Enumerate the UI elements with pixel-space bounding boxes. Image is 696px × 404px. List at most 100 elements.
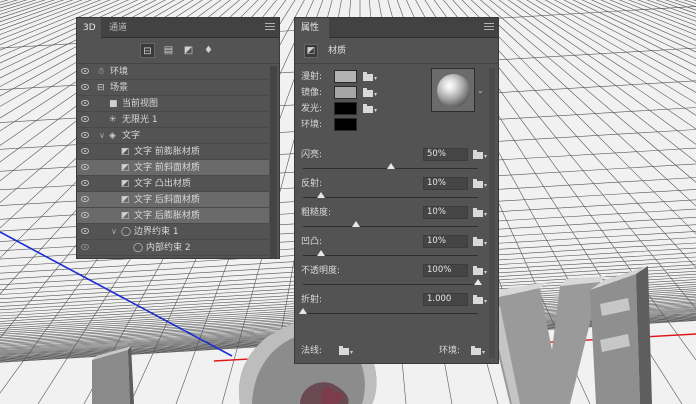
visibility-eye-icon[interactable] — [81, 148, 89, 154]
visibility-eye-icon[interactable] — [81, 68, 89, 74]
folder-icon[interactable]: ▾ — [473, 237, 487, 247]
infinite-light-icon: ✳ — [109, 115, 117, 125]
environment-icon: ☃ — [97, 67, 106, 77]
material-icon: ◩ — [121, 211, 130, 221]
material-param-row: 折射: 1.000 ▾ — [299, 293, 489, 321]
ambient-swatch[interactable] — [334, 118, 357, 131]
tab-channels[interactable]: 通道 — [103, 18, 133, 38]
3d-filter-toolbar: ⊟ ▤ ◩ ♦ — [77, 38, 279, 64]
tree-row-label: 文字 — [122, 131, 141, 141]
tree-row-label: 场景 — [110, 83, 129, 93]
param-label: 凹凸: — [301, 237, 323, 247]
ambient-row: 环境: — [301, 118, 421, 132]
tree-row-label: 内部约束 2 — [146, 243, 191, 253]
tree-row[interactable]: ☃ 环境 — [77, 64, 269, 80]
material-param-row: 不透明度: 100% ▾ — [301, 264, 489, 292]
param-slider-track[interactable] — [303, 197, 478, 198]
tree-row[interactable]: ✳ 无限光 1 — [77, 112, 269, 128]
specular-swatch[interactable] — [334, 86, 357, 99]
param-label: 粗糙度: — [301, 208, 332, 218]
specular-row: 镜像: ▾ — [301, 86, 421, 100]
tree-row[interactable]: ∨ ◈ 文字 — [77, 128, 269, 144]
param-slider-track[interactable] — [303, 226, 478, 227]
panel-menu-icon[interactable] — [484, 23, 494, 32]
material-param-row: 粗糙度: 10% ▾ — [301, 206, 489, 234]
illumination-label: 发光: — [301, 104, 323, 114]
folder-icon[interactable]: ▾ — [473, 179, 487, 189]
folder-icon[interactable]: ▾ — [363, 72, 377, 82]
mesh-filter-icon[interactable]: ▤ — [161, 43, 176, 58]
param-slider-handle[interactable] — [474, 279, 482, 285]
param-slider-handle[interactable] — [386, 163, 395, 169]
expand-caret-icon[interactable]: ∨ — [111, 225, 117, 239]
material-icon: ◩ — [121, 147, 130, 157]
ambient-label: 环境: — [301, 120, 323, 130]
material-filter-icon[interactable]: ◩ — [181, 43, 196, 58]
3d-panel: 3D 通道 ⊟ ▤ ◩ ♦ ☃ 环境 ⊟ 场景 ■ 当前视图 ✳ 无限光 1 ∨ ◈ 文字 ◩ 文字 前… — [76, 17, 280, 259]
material-param-row: 凹凸: 10% ▾ — [301, 235, 489, 263]
param-slider-handle[interactable] — [316, 192, 325, 198]
illumination-swatch[interactable] — [334, 102, 357, 115]
tree-scrollbar[interactable] — [270, 66, 277, 258]
tab-properties[interactable]: 属性 — [295, 18, 329, 38]
tree-row[interactable]: ∨ ◯ 边界约束 1 — [77, 224, 269, 240]
visibility-eye-icon[interactable] — [81, 164, 89, 170]
tree-row-label: 文字 凸出材质 — [134, 179, 191, 189]
diffuse-swatch[interactable] — [334, 70, 357, 83]
panel-menu-icon[interactable] — [265, 23, 275, 32]
folder-icon[interactable]: ▾ — [363, 104, 377, 114]
normal-folder-icon[interactable]: ▾ — [339, 346, 353, 356]
visibility-eye-icon[interactable] — [81, 196, 89, 202]
properties-tabbar: 属性 — [295, 18, 498, 38]
param-slider-track[interactable] — [303, 284, 478, 285]
visibility-eye-icon[interactable] — [81, 100, 89, 106]
param-slider-track[interactable] — [303, 313, 478, 314]
material-icon[interactable]: ◩ — [304, 44, 318, 58]
param-value-field[interactable]: 50% — [423, 148, 468, 161]
tab-3d[interactable]: 3D — [77, 18, 101, 38]
expand-caret-icon[interactable]: ∨ — [99, 129, 105, 143]
tree-row[interactable]: ◩ 文字 凸出材质 — [77, 176, 269, 192]
visibility-eye-icon[interactable] — [81, 212, 89, 218]
param-value-field[interactable]: 100% — [423, 264, 468, 277]
folder-icon[interactable]: ▾ — [363, 88, 377, 98]
chevron-down-icon[interactable]: ⌄ — [477, 86, 484, 95]
param-slider-track[interactable] — [303, 255, 478, 256]
param-value-field[interactable]: 10% — [423, 235, 468, 248]
param-value-field[interactable]: 10% — [423, 177, 468, 190]
material-preview[interactable] — [431, 68, 475, 112]
tree-row-label: 当前视图 — [122, 99, 159, 109]
param-value-field[interactable]: 10% — [423, 206, 468, 219]
folder-icon[interactable]: ▾ — [473, 295, 487, 305]
tree-row-label: 边界约束 1 — [134, 227, 179, 237]
visibility-eye-icon[interactable] — [81, 244, 89, 250]
diffuse-row: 漫射: ▾ — [301, 70, 421, 84]
folder-icon[interactable]: ▾ — [473, 266, 487, 276]
tree-row[interactable]: ◯ 内部约束 2 — [77, 240, 269, 256]
light-filter-icon[interactable]: ♦ — [201, 43, 216, 58]
folder-icon[interactable]: ▾ — [473, 208, 487, 218]
scene-filter-icon[interactable]: ⊟ — [140, 43, 155, 58]
environment-folder-icon[interactable]: ▾ — [471, 346, 485, 356]
visibility-eye-icon[interactable] — [81, 116, 89, 122]
scene-icon: ⊟ — [97, 83, 105, 93]
tree-row[interactable]: ◩ 文字 后膨胀材质 — [77, 208, 269, 224]
constraint-icon: ◯ — [121, 227, 132, 237]
properties-scrollbar[interactable] — [489, 68, 495, 358]
tree-row[interactable]: ⊟ 场景 — [77, 80, 269, 96]
tree-row[interactable]: ■ 当前视图 — [77, 96, 269, 112]
param-slider-handle[interactable] — [299, 308, 307, 314]
tree-row[interactable]: ◩ 文字 后斜面材质 — [77, 192, 269, 208]
visibility-eye-icon[interactable] — [81, 132, 89, 138]
param-slider-handle[interactable] — [351, 221, 360, 227]
param-value-field[interactable]: 1.000 — [423, 293, 468, 306]
tree-row[interactable]: ◩ 文字 前斜面材质 — [77, 160, 269, 176]
constraint-icon: ◯ — [133, 243, 144, 253]
tree-row-label: 文字 前膨胀材质 — [134, 147, 200, 157]
tree-row[interactable]: ◩ 文字 前膨胀材质 — [77, 144, 269, 160]
visibility-eye-icon[interactable] — [81, 180, 89, 186]
folder-icon[interactable]: ▾ — [473, 150, 487, 160]
visibility-eye-icon[interactable] — [81, 228, 89, 234]
param-slider-handle[interactable] — [316, 250, 325, 256]
visibility-eye-icon[interactable] — [81, 84, 89, 90]
